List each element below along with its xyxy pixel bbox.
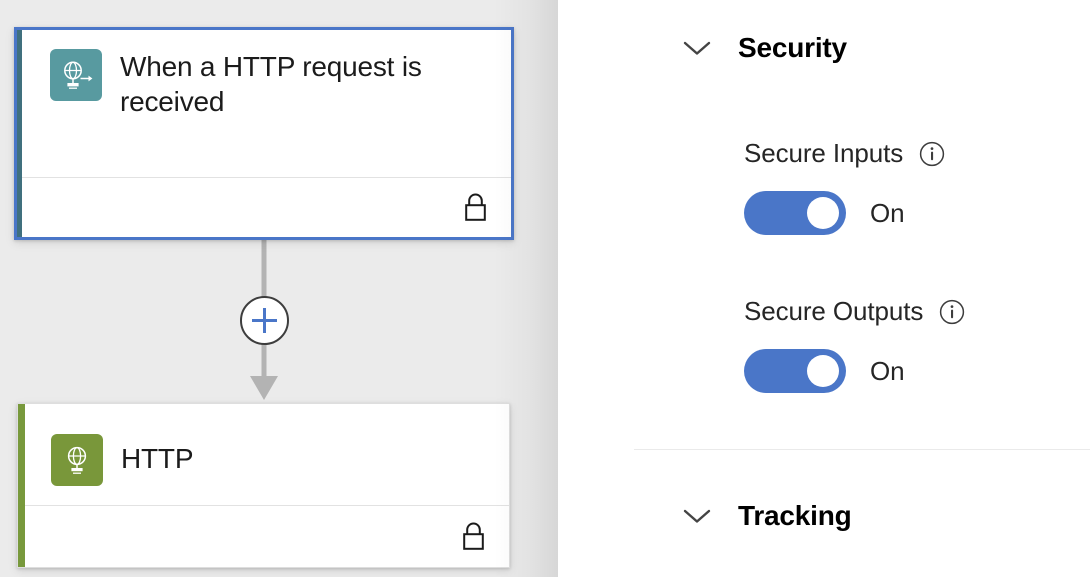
toggle-row-secure-outputs: On — [744, 349, 965, 393]
toggle-state-secure-inputs: On — [870, 197, 905, 228]
http-action-card-accent-stripe — [18, 404, 25, 567]
field-label-secure-outputs: Secure Outputs — [744, 296, 924, 326]
field-label-row-secure-outputs: Secure Outputs — [744, 296, 965, 327]
http-action-card-title: HTTP — [121, 442, 194, 474]
http-action-card-header: HTTP — [18, 404, 509, 505]
toggle-secure-inputs[interactable] — [744, 191, 846, 235]
http-action-card-footer — [18, 505, 509, 567]
toggle-knob — [807, 197, 839, 229]
info-icon[interactable] — [939, 299, 965, 325]
http-action-icon — [51, 433, 103, 486]
field-label-secure-inputs: Secure Inputs — [744, 138, 904, 168]
section-header-tracking[interactable]: Tracking — [682, 500, 852, 532]
settings-panel: Security Secure Inputs On Secure Outputs — [558, 0, 1090, 577]
workflow-canvas[interactable]: When a HTTP request is received HTTP — [0, 0, 558, 577]
trigger-card[interactable]: When a HTTP request is received — [14, 27, 514, 240]
chevron-down-icon[interactable] — [682, 33, 712, 63]
field-secure-inputs: Secure Inputs On — [744, 138, 945, 235]
plus-icon-horizontal — [252, 319, 277, 322]
lock-icon[interactable] — [460, 521, 487, 552]
trigger-card-accent-stripe — [17, 30, 22, 237]
field-label-row-secure-inputs: Secure Inputs — [744, 138, 945, 169]
toggle-knob — [807, 355, 839, 387]
toggle-state-secure-outputs: On — [870, 355, 905, 386]
panel-divider — [634, 449, 1090, 450]
trigger-card-header: When a HTTP request is received — [17, 30, 511, 177]
toggle-secure-outputs[interactable] — [744, 349, 846, 393]
section-title-tracking: Tracking — [738, 500, 852, 531]
field-secure-outputs: Secure Outputs On — [744, 296, 965, 393]
chevron-down-icon[interactable] — [682, 501, 712, 531]
section-title-security: Security — [738, 32, 847, 63]
trigger-card-footer — [17, 177, 511, 237]
toggle-row-secure-inputs: On — [744, 191, 945, 235]
info-icon[interactable] — [919, 141, 945, 167]
http-request-trigger-icon — [50, 49, 102, 101]
lock-icon[interactable] — [462, 192, 489, 223]
add-step-button[interactable] — [240, 296, 289, 345]
trigger-card-title: When a HTTP request is received — [120, 51, 422, 118]
section-header-security[interactable]: Security — [682, 32, 847, 64]
http-action-card[interactable]: HTTP — [17, 403, 510, 568]
